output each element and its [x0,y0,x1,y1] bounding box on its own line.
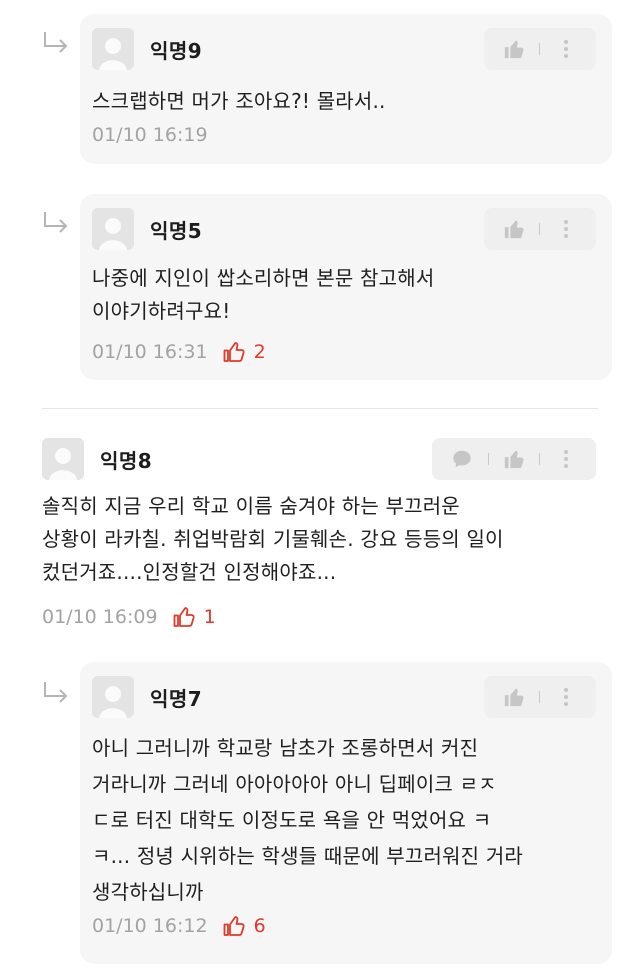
avatar [92,208,134,250]
comment-timestamp: 01/10 16:12 [92,915,208,937]
comment-text: 솔직히 지금 우리 학교 이름 숨겨야 하는 부끄러운 상황이 라카칠. 취업박… [42,490,504,589]
comment-line: ㅋ... 정녕 시위하는 학생들 때문에 부끄러워진 거라 [92,844,524,868]
comment-line: 생각하십니까 [92,880,204,904]
comment-line: 이야기하려구요! [92,299,231,323]
thumbs-up-icon[interactable] [499,682,529,712]
more-vertical-icon[interactable] [551,34,581,64]
comment-author: 익명7 [150,686,203,711]
thumbs-up-icon[interactable] [499,444,529,474]
comment-timestamp: 01/10 16:09 [42,606,158,628]
comment-author: 익명8 [100,448,153,473]
divider [539,43,541,55]
thumbs-up-outline-icon [223,342,245,362]
thumbs-up-outline-icon [173,607,195,627]
avatar [92,676,134,718]
comment-line: 거라니까 그러네 아아아아아 아니 딥페이크 ㄹㅈ [92,772,497,796]
reply-comment: 익명7 아니 그러니까 학교랑 남초가 조롱하면서 커진 거라니까 그러네 아아… [0,650,640,970]
like-count[interactable]: 6 [222,914,266,938]
comment-line: 나중에 지인이 쌉소리하면 본문 참고해서 [92,266,435,290]
thumbs-up-outline-icon [223,916,245,936]
comment-line: ㄷ로 터진 대학도 이정도로 욕을 안 먹었어요 ㅋ [92,808,492,832]
comment-text: 아니 그러니까 학교랑 남초가 조롱하면서 커진 거라니까 그러네 아아아아아 … [92,730,523,910]
thread-divider [42,408,598,409]
like-count-value: 1 [203,606,216,628]
more-vertical-icon[interactable] [551,214,581,244]
comment-actions [484,28,596,70]
more-vertical-icon[interactable] [551,682,581,712]
comment-line: 컸던거죠....인정할건 인정해야죠... [42,560,337,584]
message-bubble-icon[interactable] [447,444,477,474]
comment-line: 솔직히 지금 우리 학교 이름 숨겨야 하는 부끄러운 [42,494,460,518]
comment-author: 익명5 [150,218,203,243]
comment-actions [484,208,596,250]
like-count-value: 2 [253,341,266,363]
more-vertical-icon[interactable] [551,444,581,474]
avatar [42,438,84,480]
like-count-value: 6 [253,915,266,937]
thumbs-up-icon[interactable] [499,34,529,64]
comment: 익명8 솔직히 지금 우리 학교 이름 숨겨야 하는 부끄러운 상황이 라카칠.… [0,410,640,650]
like-count[interactable]: 2 [222,340,266,364]
divider [539,691,541,703]
reply-comment: 익명9 스크랩하면 머가 조아요?! 몰라서.. 01/10 16:19 [0,0,640,180]
reply-arrow-icon [40,678,70,708]
comment-text: 나중에 지인이 쌉소리하면 본문 참고해서 이야기하려구요! [92,262,434,328]
reply-arrow-icon [40,28,70,58]
reply-comment: 익명5 나중에 지인이 쌉소리하면 본문 참고해서 이야기하려구요! 01/10… [0,180,640,390]
divider [539,453,541,465]
reply-arrow-icon [40,208,70,238]
divider [539,223,541,235]
avatar [92,28,134,70]
comment-author: 익명9 [150,38,203,63]
comment-line: 스크랩하면 머가 조아요?! 몰라서.. [92,89,386,113]
like-count[interactable]: 1 [172,605,216,629]
comment-actions [432,438,596,480]
comment-timestamp: 01/10 16:31 [92,341,208,363]
comment-line: 아니 그러니까 학교랑 남초가 조롱하면서 커진 [92,736,479,760]
thumbs-up-icon[interactable] [499,214,529,244]
comment-actions [484,676,596,718]
comment-text: 스크랩하면 머가 조아요?! 몰라서.. [92,85,386,118]
comment-timestamp: 01/10 16:19 [92,124,208,146]
comment-line: 상황이 라카칠. 취업박람회 기물훼손. 강요 등등의 일이 [42,527,504,551]
divider [487,453,489,465]
